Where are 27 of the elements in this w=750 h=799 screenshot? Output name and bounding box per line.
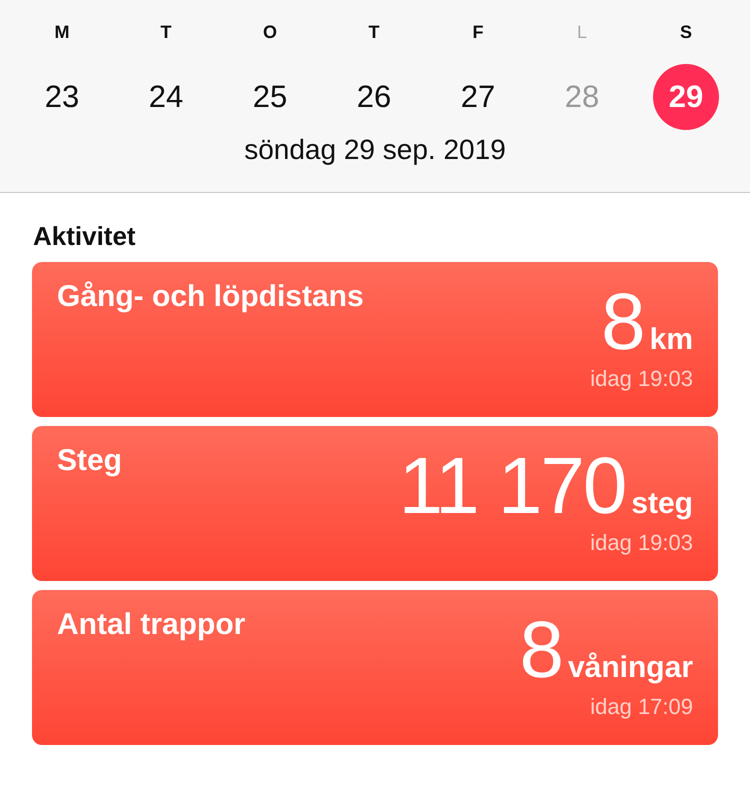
selected-date: söndag 29 sep. 2019 [243, 134, 507, 166]
date-button[interactable]: 26 [341, 64, 407, 130]
timestamp: idag 17:09 [590, 694, 693, 720]
timestamp: idag 19:03 [590, 366, 693, 392]
unit: km [650, 323, 693, 357]
weekday-label: S [680, 22, 692, 44]
value: 8 [601, 280, 644, 364]
weekday-label: T [368, 22, 380, 44]
date-button[interactable]: 27 [445, 64, 511, 130]
card-title: Antal trappor [57, 608, 246, 643]
date-button[interactable]: 29 [653, 64, 719, 130]
weekday-label: F [472, 22, 484, 44]
section-title: Aktivitet [32, 220, 137, 253]
unit: steg [631, 487, 693, 521]
weekday-label: M [54, 22, 70, 44]
value: 8 [519, 608, 562, 692]
timestamp: idag 19:03 [590, 530, 693, 556]
date-button[interactable]: 25 [237, 64, 303, 130]
date-button[interactable]: 23 [29, 64, 95, 130]
card-title: Steg [57, 444, 122, 479]
weekday-label: L [576, 22, 587, 44]
value: 11 170 [398, 444, 626, 528]
unit: våningar [568, 651, 693, 685]
weekday-label: O [262, 22, 277, 44]
weekday-label: T [160, 22, 172, 44]
date-button[interactable]: 24 [133, 64, 199, 130]
card-title: Gång- och löpdistans [57, 280, 364, 315]
